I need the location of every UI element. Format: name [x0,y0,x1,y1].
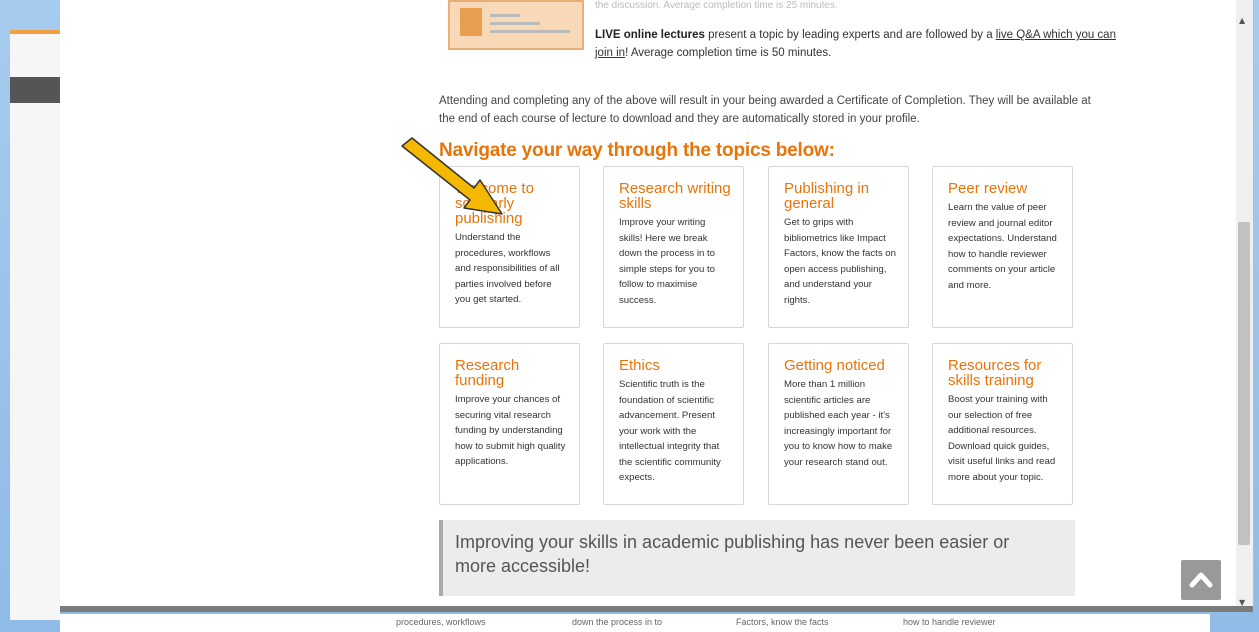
course-thumbnail[interactable] [448,0,584,50]
topic-desc: Scientific truth is the foundation of sc… [619,379,721,483]
topic-desc: Get to grips with bibliometrics like Imp… [784,217,896,306]
topic-card-ethics[interactable]: Ethics Scientific truth is the foundatio… [603,343,744,505]
topic-card-noticed[interactable]: Getting noticed More than 1 million scie… [768,343,909,505]
topic-desc: More than 1 million scientific articles … [784,379,893,468]
topic-card-writing[interactable]: Research writing skills Improve your wri… [603,166,744,328]
background-window [10,30,60,620]
thumbnail-line [490,30,570,33]
thumbnail-graphic [460,8,482,36]
topic-card-publishing[interactable]: Publishing in general Get to grips with … [768,166,909,328]
promo-banner: Improving your skills in academic publis… [439,520,1075,596]
background-accent-line [10,30,60,34]
thumbnail-line [490,22,540,25]
topic-title[interactable]: Research funding [455,358,567,388]
topic-card-resources[interactable]: Resources for skills training Boost your… [932,343,1073,505]
strip-text: down the process in to [572,617,663,627]
scroll-to-top-button[interactable] [1181,560,1221,600]
topic-card-funding[interactable]: Research funding Improve your chances of… [439,343,580,505]
topic-desc: Boost your training with our selection o… [948,394,1056,483]
browser-window: the discussion. Average completion time … [60,0,1254,612]
banner-text: Improving your skills in academic publis… [455,532,1010,576]
strip-text: how to handle reviewer [903,617,996,627]
topic-title[interactable]: Research writing skills [619,181,731,211]
banner-accent-bar [439,520,443,596]
topic-card-peer-review[interactable]: Peer review Learn the value of peer revi… [932,166,1073,328]
topic-title[interactable]: Ethics [619,358,731,373]
thumbnail-line [490,14,520,17]
live-lectures-label: LIVE online lectures [595,29,705,41]
certificate-paragraph: Attending and completing any of the abov… [439,95,1091,125]
background-nav-bar [10,77,60,103]
strip-text: Factors, know the facts [736,617,829,627]
faded-text: the discussion. Average completion time … [595,0,838,11]
background-window-strip: procedures, workflows down the process i… [60,614,1210,632]
strip-text: procedures, workflows [396,617,486,627]
horizontal-scrollbar[interactable] [60,606,1253,612]
topic-title[interactable]: Publishing in general [784,181,896,211]
topic-title[interactable]: Getting noticed [784,358,896,373]
page-content: the discussion. Average completion time … [60,0,1236,612]
scrollbar-thumb[interactable] [1238,222,1250,545]
chevron-up-icon [1189,572,1213,588]
topic-title[interactable]: Resources for skills training [948,358,1060,388]
topic-desc: Improve your chances of securing vital r… [455,394,566,467]
live-lectures-end: ! Average completion time is 50 minutes. [625,47,832,59]
live-lectures-text: LIVE online lectures present a topic by … [595,26,1135,62]
live-lectures-desc: present a topic by leading experts and a… [704,29,996,41]
scroll-up-arrow-icon[interactable]: ▲ [1239,16,1245,25]
annotation-arrow-icon [401,137,503,215]
topic-title[interactable]: Peer review [948,181,1060,196]
topic-desc: Learn the value of peer review and journ… [948,202,1057,291]
topic-desc: Improve your writing skills! Here we bre… [619,217,715,306]
topic-desc: Understand the procedures, workflows and… [455,232,560,305]
